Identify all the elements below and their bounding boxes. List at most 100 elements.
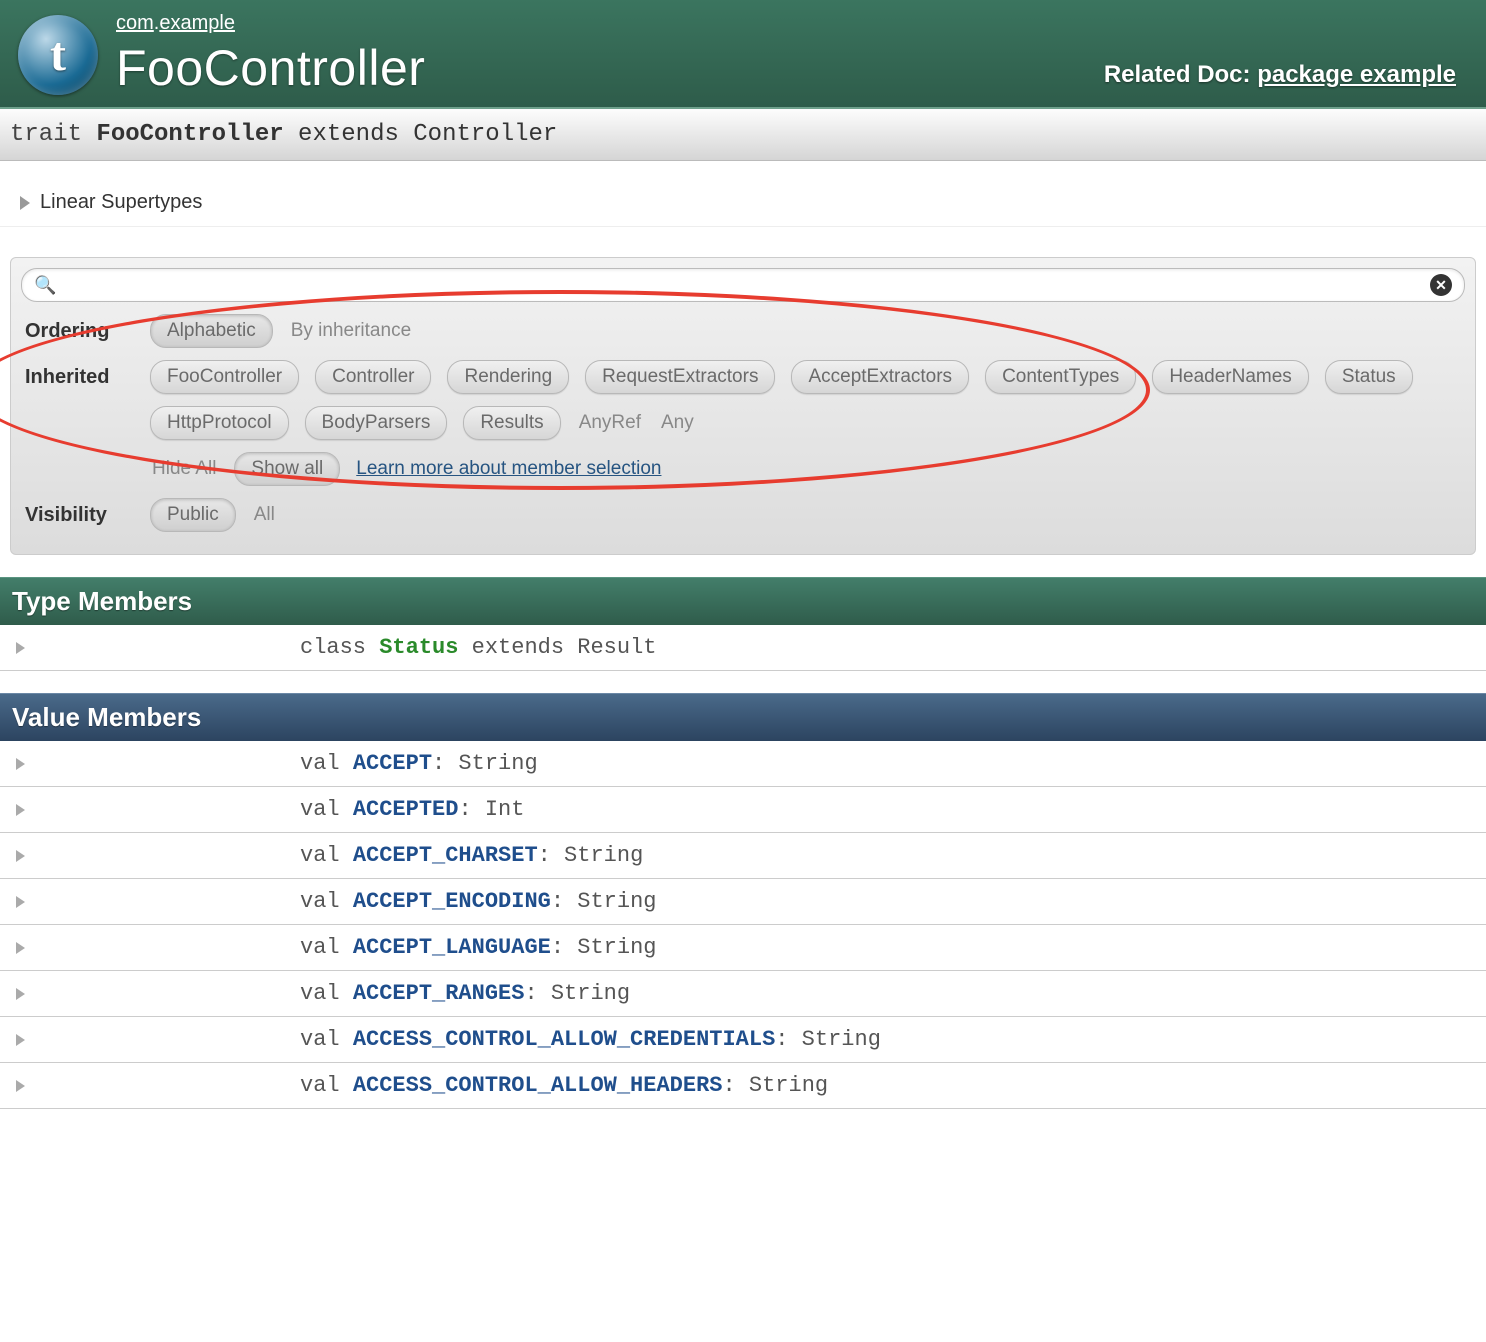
member-row: val ACCEPT_RANGES: String (0, 971, 1486, 1017)
learn-more-link[interactable]: Learn more about member selection (356, 458, 661, 480)
sig-rest: extends Controller (284, 121, 558, 148)
expand-member-icon[interactable] (16, 1034, 25, 1046)
ordering-by-inheritance[interactable]: By inheritance (289, 315, 413, 347)
member-row: val ACCESS_CONTROL_ALLOW_HEADERS: String (0, 1063, 1486, 1109)
member-row: val ACCEPT: String (0, 741, 1486, 787)
hide-all-option[interactable]: Hide All (150, 453, 218, 485)
inherited-pill-requestextractors[interactable]: RequestExtractors (585, 360, 775, 394)
search-input[interactable] (56, 276, 1430, 294)
type-members-header: Type Members (0, 577, 1486, 625)
related-doc: Related Doc: package example (1104, 61, 1456, 89)
member-rest: : String (775, 1027, 881, 1052)
breadcrumb-com[interactable]: com (116, 12, 154, 34)
member-name[interactable]: ACCESS_CONTROL_ALLOW_HEADERS (353, 1073, 723, 1098)
filter-panel: 🔍 ✕ Ordering Alphabetic By inheritance I… (10, 257, 1476, 555)
header: t com.example FooController Related Doc:… (0, 0, 1486, 109)
member-signature: val ACCESS_CONTROL_ALLOW_HEADERS: String (40, 1073, 1486, 1098)
member-name[interactable]: Status (379, 635, 458, 660)
related-link[interactable]: package example (1257, 61, 1456, 88)
inherited-pill-results[interactable]: Results (463, 406, 560, 440)
member-name[interactable]: ACCESS_CONTROL_ALLOW_CREDENTIALS (353, 1027, 775, 1052)
expand-member-icon[interactable] (16, 1080, 25, 1092)
member-name[interactable]: ACCEPT (353, 751, 432, 776)
visibility-all[interactable]: All (252, 499, 277, 531)
inherited-pill-httpprotocol[interactable]: HttpProtocol (150, 406, 289, 440)
inherited-pill-acceptextractors[interactable]: AcceptExtractors (791, 360, 969, 394)
member-rest: : Int (458, 797, 524, 822)
inherited-pill-controller[interactable]: Controller (315, 360, 431, 394)
expand-member-icon[interactable] (16, 850, 25, 862)
clear-search-icon[interactable]: ✕ (1430, 274, 1452, 296)
inherited-items: FooController Controller Rendering RequestE… (150, 360, 1461, 440)
type-logo: t (18, 15, 98, 95)
related-prefix: Related Doc: (1104, 61, 1257, 88)
inherited-plain-anyref[interactable]: AnyRef (577, 407, 643, 439)
expand-member-icon[interactable] (16, 758, 25, 770)
member-row: val ACCEPT_ENCODING: String (0, 879, 1486, 925)
header-text: com.example FooController (116, 12, 1104, 97)
inherited-pill-headernames[interactable]: HeaderNames (1152, 360, 1309, 394)
member-rest: : String (551, 889, 657, 914)
expand-member-icon[interactable] (16, 896, 25, 908)
member-rest: : String (551, 935, 657, 960)
member-signature: val ACCEPT_RANGES: String (40, 981, 1486, 1006)
inherited-pill-foocontroller[interactable]: FooController (150, 360, 299, 394)
linear-supertypes-label: Linear Supertypes (40, 191, 202, 214)
search-icon: 🔍 (34, 275, 56, 296)
show-all-option[interactable]: Show all (234, 452, 340, 486)
inherited-pill-status[interactable]: Status (1325, 360, 1413, 394)
sig-keyword: trait (10, 121, 96, 148)
sig-name: FooController (96, 121, 283, 148)
type-members-list: class Status extends Result (0, 625, 1486, 671)
member-keyword: val (300, 889, 353, 914)
expand-member-icon[interactable] (16, 988, 25, 1000)
triangle-right-icon (20, 196, 30, 210)
ordering-label: Ordering (25, 314, 130, 343)
member-rest: extends Result (458, 635, 656, 660)
inherited-pill-contenttypes[interactable]: ContentTypes (985, 360, 1136, 394)
expand-member-icon[interactable] (16, 942, 25, 954)
inherited-pill-rendering[interactable]: Rendering (447, 360, 569, 394)
member-keyword: val (300, 1027, 353, 1052)
member-keyword: val (300, 751, 353, 776)
expand-member-icon[interactable] (16, 804, 25, 816)
member-keyword: val (300, 935, 353, 960)
member-rest: : String (538, 843, 644, 868)
member-signature: val ACCESS_CONTROL_ALLOW_CREDENTIALS: St… (40, 1027, 1486, 1052)
member-row: class Status extends Result (0, 625, 1486, 671)
member-row: val ACCEPT_LANGUAGE: String (0, 925, 1486, 971)
member-name[interactable]: ACCEPT_RANGES (353, 981, 525, 1006)
member-keyword: val (300, 843, 353, 868)
inherited-pill-bodyparsers[interactable]: BodyParsers (305, 406, 448, 440)
search-box: 🔍 ✕ (21, 268, 1465, 302)
member-name[interactable]: ACCEPT_CHARSET (353, 843, 538, 868)
member-keyword: val (300, 1073, 353, 1098)
value-members-header: Value Members (0, 693, 1486, 741)
member-keyword: val (300, 797, 353, 822)
visibility-public[interactable]: Public (150, 498, 236, 532)
member-rest: : String (524, 981, 630, 1006)
member-name[interactable]: ACCEPT_ENCODING (353, 889, 551, 914)
member-row: val ACCEPTED: Int (0, 787, 1486, 833)
value-members-list: val ACCEPT: Stringval ACCEPTED: Intval A… (0, 741, 1486, 1109)
member-signature: val ACCEPT_ENCODING: String (40, 889, 1486, 914)
member-signature: val ACCEPT_CHARSET: String (40, 843, 1486, 868)
member-rest: : String (722, 1073, 828, 1098)
expand-member-icon[interactable] (16, 642, 25, 654)
inherited-label: Inherited (25, 360, 130, 389)
ordering-alphabetic[interactable]: Alphabetic (150, 314, 273, 348)
member-row: val ACCESS_CONTROL_ALLOW_CREDENTIALS: St… (0, 1017, 1486, 1063)
member-signature: val ACCEPTED: Int (40, 797, 1486, 822)
type-logo-letter: t (50, 27, 66, 82)
member-signature: class Status extends Result (40, 635, 1486, 660)
page-title: FooController (116, 39, 1104, 97)
breadcrumb-example[interactable]: example (159, 12, 235, 34)
member-keyword: class (300, 635, 379, 660)
breadcrumb: com.example (116, 12, 1104, 35)
linear-supertypes-toggle[interactable]: Linear Supertypes (0, 179, 1486, 227)
signature-bar: trait FooController extends Controller (0, 109, 1486, 161)
inherited-plain-any[interactable]: Any (659, 407, 696, 439)
member-name[interactable]: ACCEPT_LANGUAGE (353, 935, 551, 960)
member-signature: val ACCEPT_LANGUAGE: String (40, 935, 1486, 960)
member-name[interactable]: ACCEPTED (353, 797, 459, 822)
